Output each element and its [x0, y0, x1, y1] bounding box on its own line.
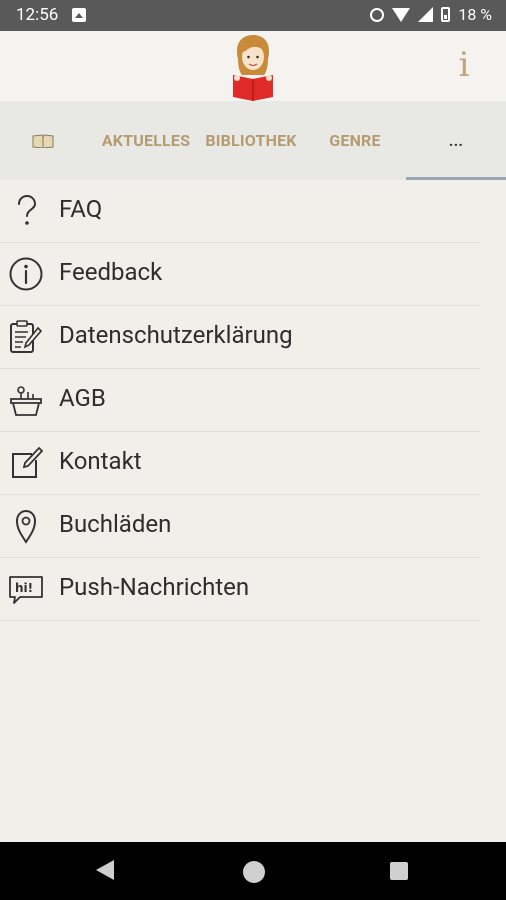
pencil-square-icon [12, 446, 44, 478]
menu-item-label: Feedback [59, 258, 163, 286]
menu-item-label: AGB [59, 384, 106, 412]
battery-icon [441, 7, 451, 22]
book-icon [32, 133, 54, 148]
menu-item-label: Push-Nachrichten [59, 573, 250, 601]
app-header: i [0, 31, 506, 101]
menu-item-label: Datenschutzerklärung [59, 321, 293, 349]
hi-speech-bubble-icon: hi! [9, 576, 43, 604]
basket-icon [10, 386, 42, 416]
status-time: 12:56 [16, 5, 59, 25]
back-icon[interactable] [96, 860, 114, 880]
battery-percent: 18 % [458, 5, 492, 24]
clipboard-edit-icon [10, 320, 43, 353]
menu-item-label: Buchläden [59, 510, 172, 538]
tab-bar: AKTUELLES BIBLIOTHEK GENRE ... [0, 101, 506, 180]
svg-text:hi!: hi! [15, 581, 33, 595]
reading-girl-logo [233, 35, 273, 101]
tab-aktuelles[interactable]: AKTUELLES [98, 101, 194, 180]
status-icons: 18 % [370, 5, 492, 24]
menu-item-label: Kontakt [59, 447, 142, 475]
signal-icon [418, 7, 434, 22]
status-bar: 12:56 18 % [0, 0, 506, 31]
tab-more[interactable]: ... [406, 101, 506, 180]
vibrate-icon [370, 7, 385, 22]
recent-apps-icon[interactable] [390, 862, 408, 880]
menu-item-push[interactable]: hi! Push-Nachrichten [0, 558, 480, 621]
menu-item-buchlaeden[interactable]: Buchläden [0, 495, 480, 558]
tab-reading[interactable] [12, 101, 74, 180]
info-circle-icon [9, 257, 43, 291]
location-pin-icon [15, 509, 37, 544]
menu-item-datenschutz[interactable]: Datenschutzerklärung [0, 306, 480, 369]
menu-item-feedback[interactable]: Feedback [0, 243, 480, 306]
menu-item-label: FAQ [59, 195, 103, 223]
more-menu-list: FAQ Feedback Datenschutzerklärung AGB Ko… [0, 180, 506, 621]
info-button[interactable]: i [452, 45, 476, 85]
tab-genre[interactable]: GENRE [318, 101, 392, 180]
wifi-icon [392, 7, 411, 22]
menu-item-agb[interactable]: AGB [0, 369, 480, 432]
menu-item-faq[interactable]: FAQ [0, 180, 480, 243]
gallery-notification-icon [72, 8, 86, 22]
system-nav-bar [0, 842, 506, 900]
home-icon[interactable] [243, 861, 265, 883]
menu-item-kontakt[interactable]: Kontakt [0, 432, 480, 495]
question-icon [18, 194, 37, 225]
tab-bibliothek[interactable]: BIBLIOTHEK [202, 101, 300, 180]
tab-more-label: ... [448, 131, 464, 150]
